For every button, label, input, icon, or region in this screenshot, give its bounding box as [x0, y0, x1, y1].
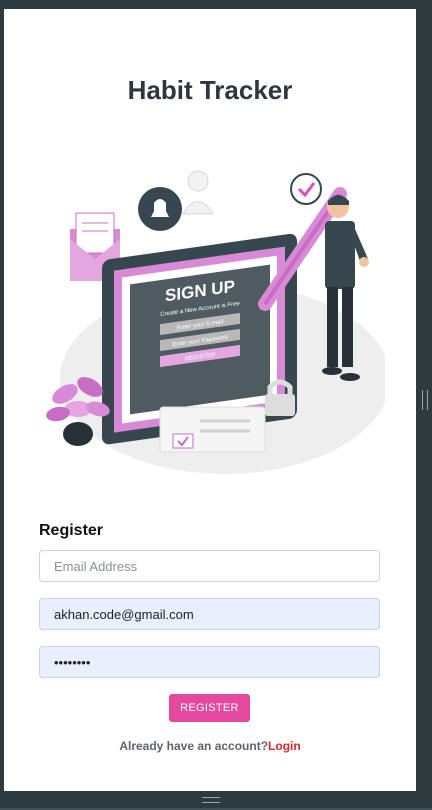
username-input[interactable] [39, 598, 380, 630]
register-heading: Register [39, 522, 104, 539]
signup-illustration: SIGN UP Create a New Account is Free Ent… [46, 170, 385, 474]
app-window: Habit Tracker SIGN UP Create a New Accou… [4, 9, 416, 791]
page-title: Habit Tracker [127, 75, 293, 105]
password-input[interactable] [39, 646, 380, 678]
side-resize-handle[interactable] [422, 390, 428, 410]
bell-icon [138, 187, 182, 231]
login-link[interactable]: Login [268, 739, 301, 753]
bottom-resize-handle[interactable] [202, 797, 220, 803]
register-button[interactable]: REGISTER [169, 694, 250, 722]
check-bubble-icon [290, 173, 322, 205]
login-prompt: Already have an account?Login [4, 739, 416, 753]
email-input[interactable] [39, 550, 380, 582]
login-prompt-text: Already have an account? [119, 739, 269, 753]
keyboard-panel [159, 406, 266, 453]
user-icon [182, 170, 214, 215]
